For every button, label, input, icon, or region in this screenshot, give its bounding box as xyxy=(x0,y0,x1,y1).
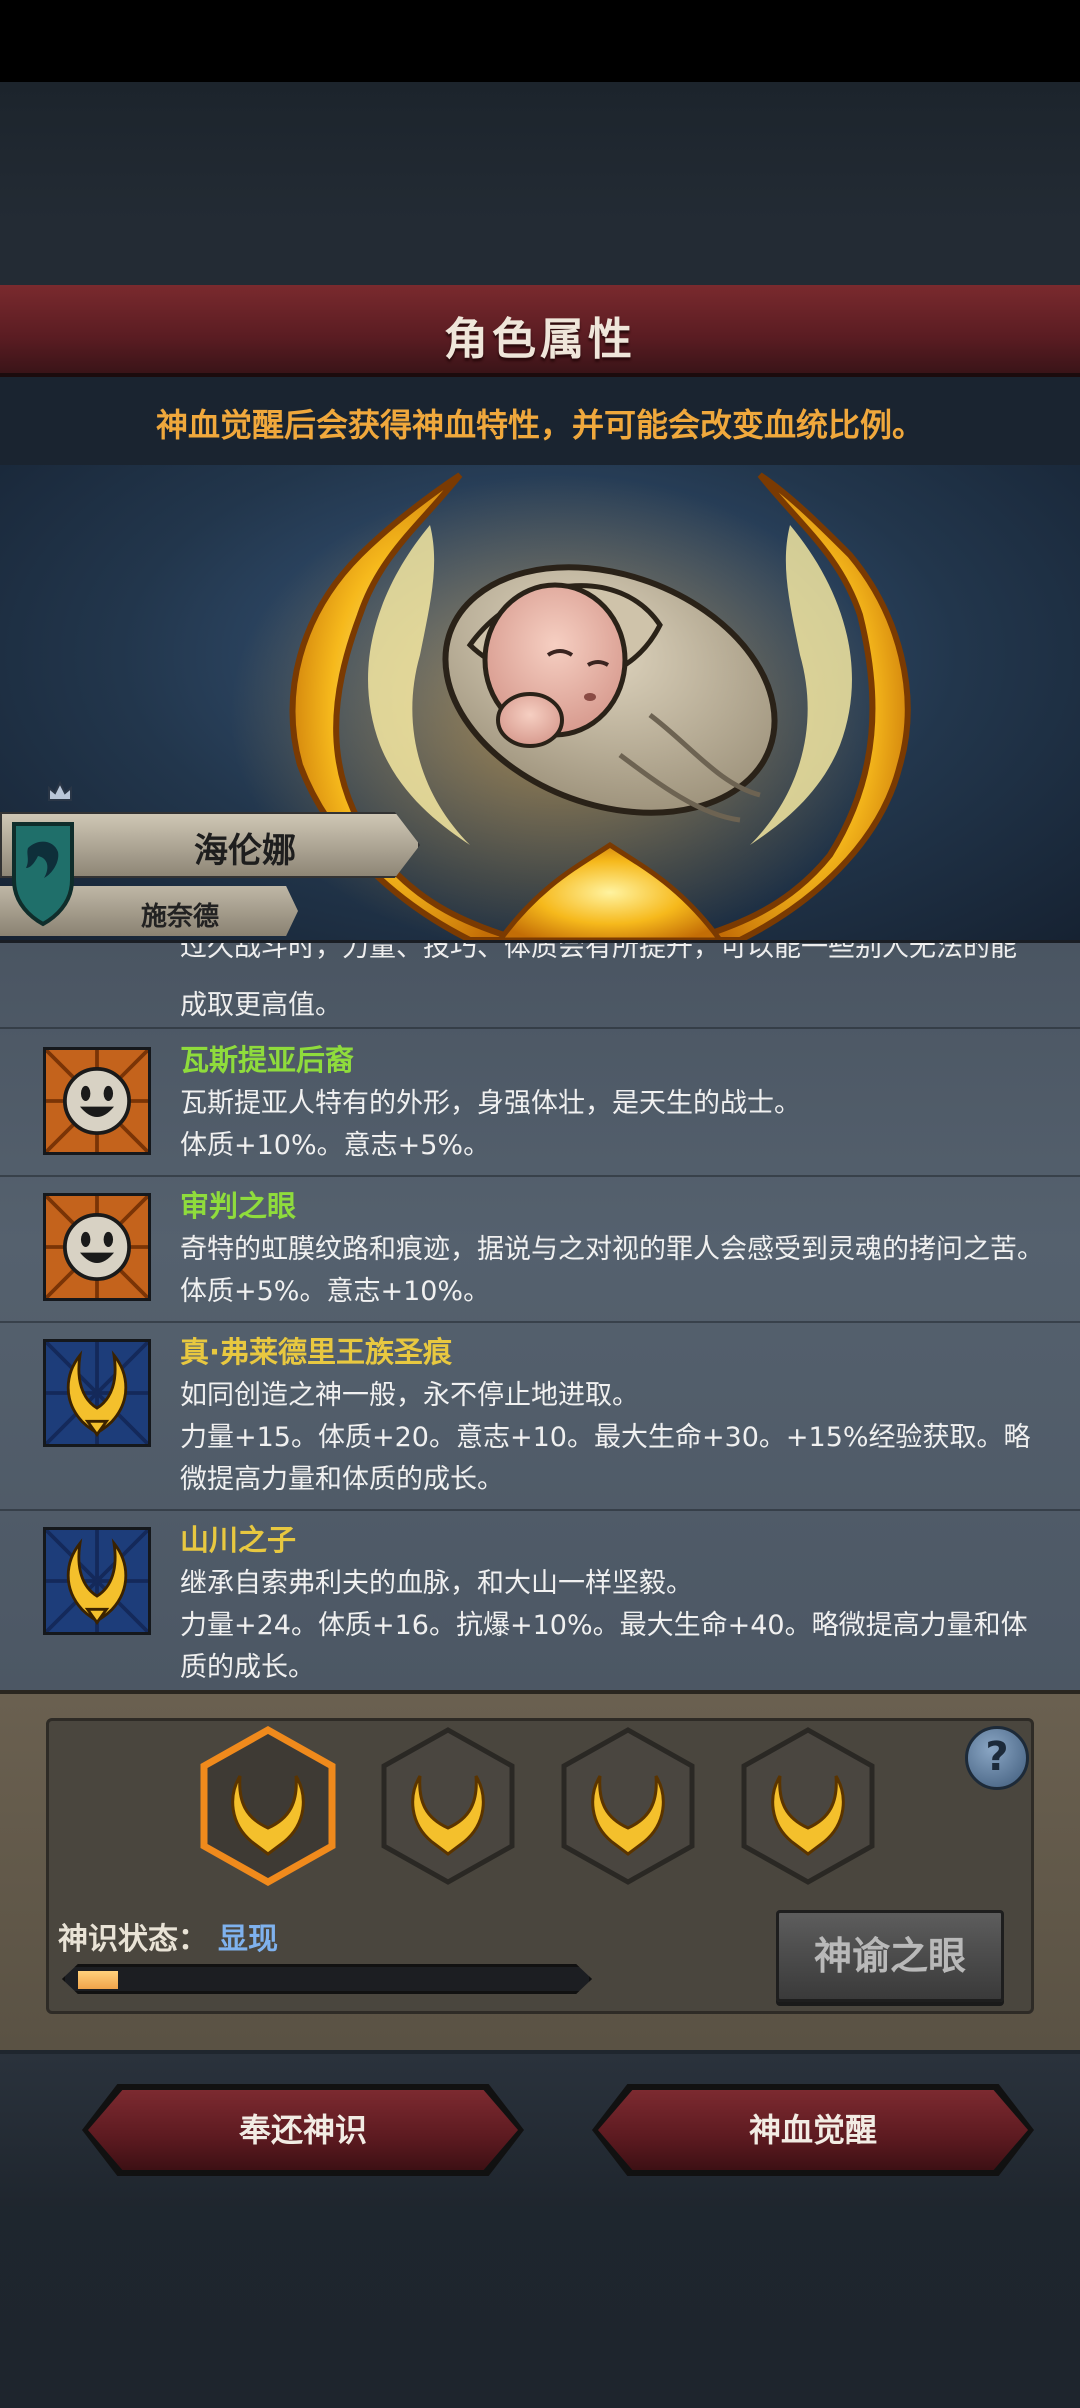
golden-flame-crest-icon xyxy=(43,1527,151,1635)
trait-description: 奇特的虹膜纹路和痕迹，据说与之对视的罪人会感受到灵魂的拷问之苦。 xyxy=(180,1234,1044,1265)
trait-stats: 力量+24。体质+16。抗爆+10%。最大生命+40。略微提高力量和体 xyxy=(180,1610,1028,1641)
trait-description: 继承自索弗利夫的血脉，和大山一样坚毅。 xyxy=(180,1568,693,1599)
divine-state-value: 显现 xyxy=(218,1922,278,1957)
trait-item[interactable]: 瓦斯提亚后裔 瓦斯提亚人特有的外形，身强体壮，是天生的战士。 体质+10%。意志… xyxy=(0,1027,1080,1175)
trait-stats: 体质+5%。意志+10%。 xyxy=(180,1276,491,1307)
help-button[interactable]: ? xyxy=(965,1726,1029,1790)
crown-icon xyxy=(48,780,72,801)
status-bar-area xyxy=(0,0,1080,82)
character-name: 海伦娜 xyxy=(194,831,296,871)
divine-blood-awaken-button[interactable]: 神血觉醒 xyxy=(598,2090,1028,2170)
traits-list[interactable]: 过久战斗时，力量、技巧、体质会有所提升，可以能一些别人无法的能 成取更高值。 瓦… xyxy=(0,940,1080,1690)
divine-state-label: 神识状态： xyxy=(58,1922,208,1957)
trait-name: 真·弗莱德里王族圣痕 xyxy=(180,1335,453,1369)
trait-stats-continued: 微提高力量和体质的成长。 xyxy=(180,1464,504,1495)
clan-crest-icon xyxy=(12,822,74,927)
trait-stats: 体质+10%。意志+5%。 xyxy=(180,1130,491,1161)
divine-slot[interactable] xyxy=(558,1726,698,1886)
clan-name: 施奈德 xyxy=(140,902,219,932)
smiling-face-icon xyxy=(43,1047,151,1155)
trait-stats-continued: 质的成长。 xyxy=(180,1652,315,1683)
trait-name: 瓦斯提亚后裔 xyxy=(180,1043,355,1077)
divine-slot[interactable] xyxy=(378,1726,518,1886)
trait-partial-tail: 成取更高值。 xyxy=(180,990,342,1021)
smiling-face-icon xyxy=(43,1193,151,1301)
return-divine-sense-button[interactable]: 奉还神识 xyxy=(88,2090,518,2170)
page-title: 角色属性 xyxy=(444,314,636,365)
divine-slot-selected[interactable] xyxy=(198,1726,338,1886)
trait-description: 瓦斯提亚人特有的外形，身强体壮，是天生的战士。 xyxy=(180,1088,801,1119)
subtitle-text: 神血觉醒后会获得神血特性，并可能会改变血统比例。 xyxy=(155,406,924,444)
divine-slot[interactable] xyxy=(738,1726,878,1886)
trait-description: 如同创造之神一般，永不停止地进取。 xyxy=(180,1380,639,1411)
oracle-eye-button[interactable]: 神谕之眼 xyxy=(776,1910,1004,2002)
trait-name: 审判之眼 xyxy=(180,1189,297,1223)
trait-item[interactable]: 审判之眼 奇特的虹膜纹路和痕迹，据说与之对视的罪人会感受到灵魂的拷问之苦。 体质… xyxy=(0,1175,1080,1321)
trait-stats: 力量+15。体质+20。意志+10。最大生命+30。+15%经验获取。略 xyxy=(180,1422,1031,1453)
trait-item[interactable]: 真·弗莱德里王族圣痕 如同创造之神一般，永不停止地进取。 力量+15。体质+20… xyxy=(0,1321,1080,1509)
trait-name: 山川之子 xyxy=(180,1523,297,1557)
divine-progress-fill xyxy=(78,1971,118,1989)
trait-item[interactable]: 山川之子 继承自索弗利夫的血脉，和大山一样坚毅。 力量+24。体质+16。抗爆+… xyxy=(0,1509,1080,1690)
trait-partial-line: 过久战斗时，力量、技巧、体质会有所提升，可以能一些别人无法的能 xyxy=(180,940,1017,963)
golden-flame-crest-icon xyxy=(43,1339,151,1447)
divine-progress-bar xyxy=(62,1964,592,1994)
